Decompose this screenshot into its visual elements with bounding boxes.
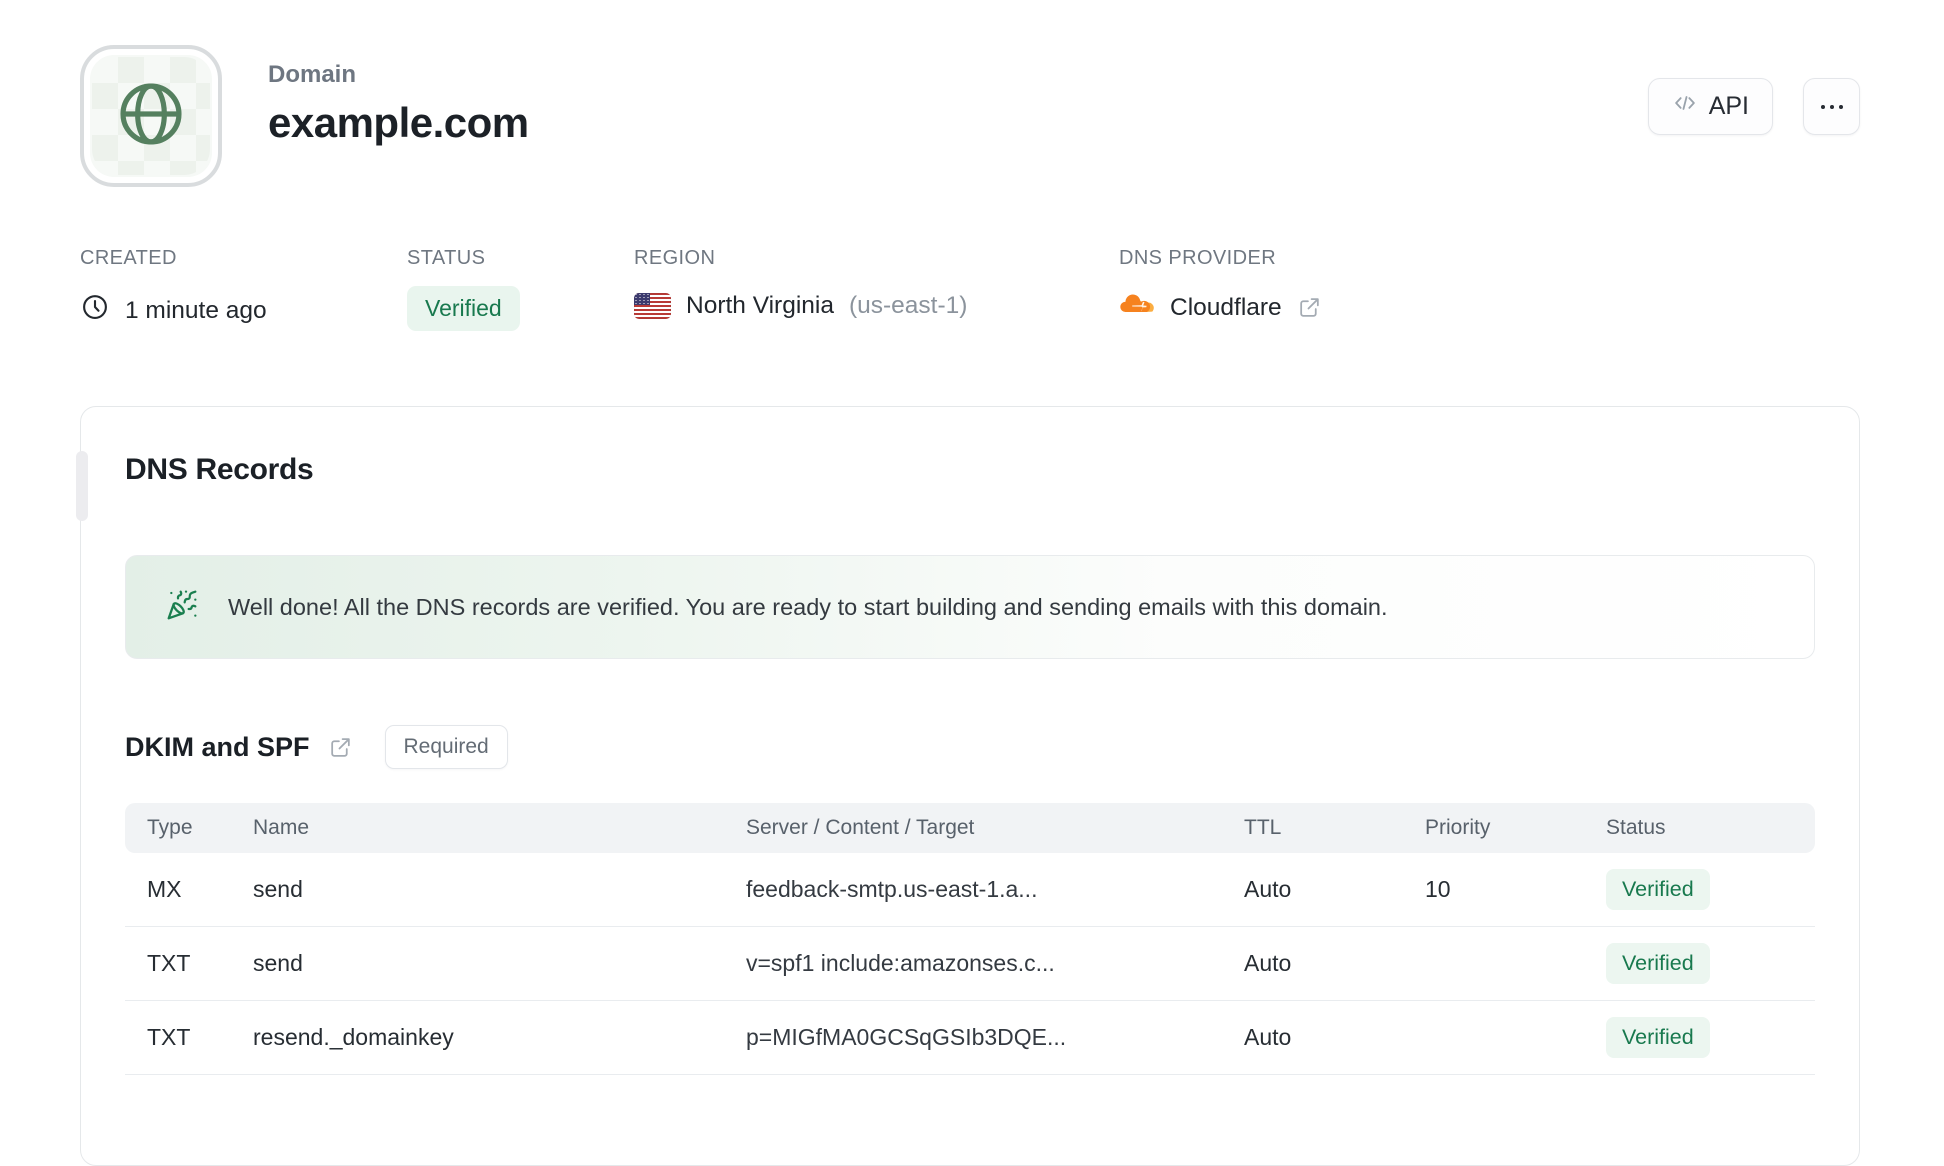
- page-title: example.com: [268, 99, 529, 146]
- globe-icon: [112, 75, 190, 158]
- table-row[interactable]: TXT send v=spf1 include:amazonses.c... A…: [125, 927, 1815, 1001]
- status-label: STATUS: [407, 247, 486, 269]
- domain-page: Domain example.com API CREATED 1 minute …: [0, 0, 1944, 1166]
- verified-badge: Verified: [1606, 869, 1710, 910]
- col-content: Server / Content / Target: [746, 816, 975, 839]
- table-row[interactable]: TXT resend._domainkey p=MIGfMA0GCSqGSIb3…: [125, 1001, 1815, 1075]
- record-name: send: [253, 876, 303, 902]
- created-value-row: 1 minute ago: [80, 292, 407, 329]
- api-button-label: API: [1708, 92, 1749, 120]
- verified-badge: Verified: [1606, 1017, 1710, 1058]
- region-value: North Virginia: [686, 292, 834, 319]
- page-header: Domain example.com API: [80, 45, 1860, 187]
- title-block: Domain example.com: [268, 45, 529, 187]
- region-label: REGION: [634, 247, 716, 269]
- record-status-cell: Verified: [1606, 1017, 1815, 1058]
- record-ttl: Auto: [1244, 950, 1292, 976]
- dns-provider-label: DNS PROVIDER: [1119, 247, 1277, 269]
- meta-region: REGION North Virginia (us-east-1): [634, 247, 1119, 331]
- ellipsis-icon: [1820, 104, 1843, 109]
- col-status: Status: [1606, 816, 1666, 839]
- created-value: 1 minute ago: [125, 296, 267, 324]
- col-name: Name: [253, 816, 310, 839]
- domain-identity: Domain example.com: [80, 45, 529, 187]
- card-side-indicator: [76, 451, 88, 521]
- dns-provider-value-row: Cloudflare: [1119, 292, 1322, 323]
- col-ttl: TTL: [1244, 816, 1282, 839]
- record-ttl: Auto: [1244, 1024, 1292, 1050]
- record-content: p=MIGfMA0GCSqGSIb3DQE...: [746, 1024, 1067, 1050]
- party-popper-icon: [166, 589, 198, 626]
- record-type: MX: [147, 876, 182, 902]
- created-label: CREATED: [80, 247, 177, 269]
- record-name: resend._domainkey: [253, 1024, 454, 1050]
- record-status-cell: Verified: [1606, 943, 1815, 984]
- dkim-spf-title: DKIM and SPF: [125, 731, 310, 762]
- region-code: (us-east-1): [848, 292, 968, 319]
- record-status-cell: Verified: [1606, 869, 1815, 910]
- dkim-external-link-icon[interactable]: [328, 735, 353, 760]
- dkim-spf-section-header: DKIM and SPF Required: [125, 725, 1815, 769]
- success-banner: Well done! All the DNS records are verif…: [125, 555, 1815, 659]
- verified-badge: Verified: [1606, 943, 1710, 984]
- domain-avatar: [80, 45, 222, 187]
- region-value-row: North Virginia (us-east-1): [634, 292, 1119, 320]
- clock-icon: [80, 292, 110, 329]
- required-badge: Required: [384, 725, 508, 769]
- record-content: feedback-smtp.us-east-1.a...: [746, 876, 1038, 902]
- meta-dns-provider: DNS PROVIDER Cloudflare: [1119, 247, 1322, 331]
- col-type: Type: [147, 816, 193, 839]
- cloudflare-icon: [1119, 292, 1155, 323]
- dns-records-title: DNS Records: [125, 453, 314, 486]
- status-badge: Verified: [407, 286, 520, 331]
- header-actions: API: [1647, 78, 1860, 135]
- record-priority: 10: [1425, 876, 1451, 902]
- dns-records-card: DNS Records Well done! All the DNS recor…: [76, 406, 1860, 1166]
- table-row[interactable]: MX send feedback-smtp.us-east-1.a... Aut…: [125, 853, 1815, 927]
- record-name: send: [253, 950, 303, 976]
- external-link-icon[interactable]: [1297, 295, 1322, 320]
- col-priority: Priority: [1425, 816, 1491, 839]
- domain-eyebrow: Domain: [268, 61, 357, 88]
- us-flag-icon: [634, 293, 671, 319]
- table-header-row: Type Name Server / Content / Target TTL …: [125, 803, 1815, 853]
- domain-meta-row: CREATED 1 minute ago STATUS Verified REG…: [80, 247, 1860, 331]
- api-button[interactable]: API: [1647, 78, 1773, 135]
- more-options-button[interactable]: [1803, 78, 1860, 135]
- record-type: TXT: [147, 950, 191, 976]
- code-icon: [1672, 90, 1698, 123]
- meta-created: CREATED 1 minute ago: [80, 247, 407, 331]
- record-content: v=spf1 include:amazonses.c...: [746, 950, 1055, 976]
- dns-records-table: Type Name Server / Content / Target TTL …: [125, 803, 1815, 1075]
- record-ttl: Auto: [1244, 876, 1292, 902]
- banner-message: Well done! All the DNS records are verif…: [228, 593, 1388, 620]
- record-type: TXT: [147, 1024, 191, 1050]
- dns-provider-value: Cloudflare: [1170, 293, 1282, 321]
- meta-status: STATUS Verified: [407, 247, 634, 331]
